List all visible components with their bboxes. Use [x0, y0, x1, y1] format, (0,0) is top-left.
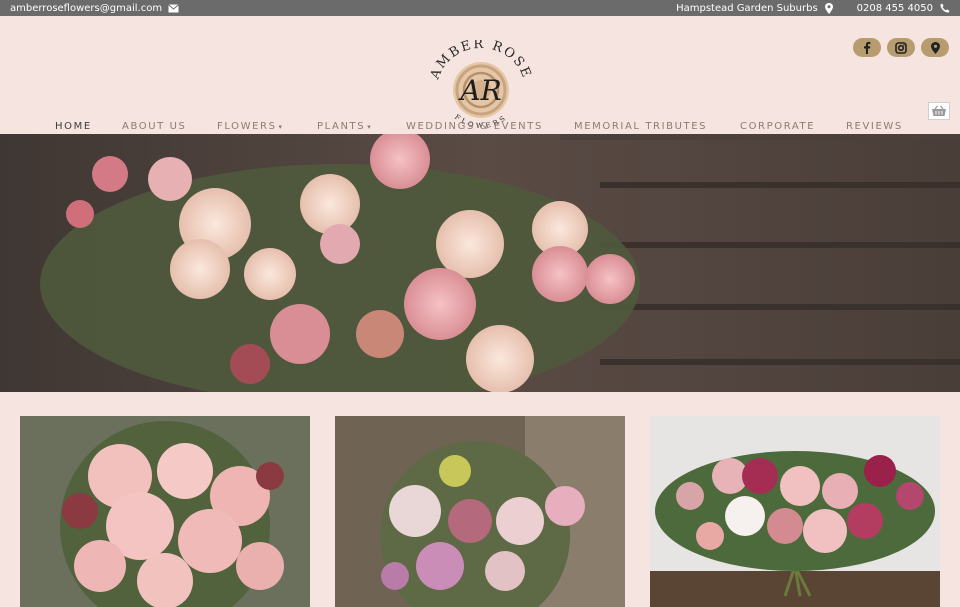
nav-plants[interactable]: PLANTS ▾	[317, 121, 372, 132]
nav-about-us[interactable]: ABOUT US	[122, 121, 186, 132]
nav-reviews[interactable]: REVIEWS	[846, 121, 903, 132]
site-header: AMBER ROSE FLOWERS AR HOME ABOUT US FLOW…	[0, 16, 960, 134]
facebook-icon[interactable]	[853, 38, 881, 57]
instagram-icon[interactable]	[887, 38, 915, 57]
gallery-image-1[interactable]	[20, 416, 310, 607]
location-text: Hampstead Garden Suburbs	[676, 2, 818, 14]
map-pin-icon	[824, 2, 835, 14]
gallery-image-2[interactable]	[335, 416, 625, 607]
caret-down-icon: ▾	[367, 123, 373, 131]
nav-home[interactable]: HOME	[55, 121, 92, 132]
top-bar: amberroseflowers@gmail.com Hampstead Gar…	[0, 0, 960, 16]
content-spacer	[0, 392, 960, 416]
nav-corporate[interactable]: CORPORATE	[740, 121, 815, 132]
logo[interactable]: AMBER ROSE FLOWERS AR	[419, 37, 543, 130]
nav-flowers[interactable]: FLOWERS ▾	[217, 121, 284, 132]
phone-icon[interactable]	[939, 3, 950, 14]
nav-weddings-events[interactable]: WEDDINGS & EVENTS	[406, 121, 543, 132]
email-link[interactable]: amberroseflowers@gmail.com	[10, 3, 162, 14]
hero-image	[0, 134, 960, 392]
location-icon[interactable]	[921, 38, 949, 57]
envelope-icon[interactable]	[168, 3, 179, 14]
phone-link[interactable]: 0208 455 4050	[857, 3, 933, 14]
main-nav: HOME ABOUT US FLOWERS ▾ PLANTS ▾ WEDDINGS …	[0, 121, 960, 135]
nav-memorial-tributes[interactable]: MEMORIAL TRIBUTES	[574, 121, 707, 132]
social-links	[853, 38, 949, 57]
gallery-image-3[interactable]	[650, 416, 940, 607]
shopping-basket-icon[interactable]	[928, 102, 950, 120]
logo-monogram: AR	[457, 74, 501, 107]
caret-down-icon: ▾	[278, 123, 284, 131]
